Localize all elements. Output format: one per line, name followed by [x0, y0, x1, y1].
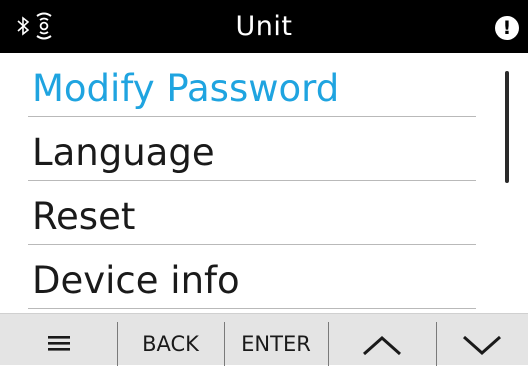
scrollbar-thumb[interactable] [505, 71, 509, 183]
status-bar: Unit ! [0, 0, 528, 53]
enter-button[interactable]: ENTER [224, 314, 328, 366]
menu-item-modify-password[interactable]: Modify Password [28, 53, 476, 117]
chevron-up-icon [363, 335, 401, 356]
menu-button[interactable] [0, 314, 117, 366]
back-button[interactable]: BACK [117, 314, 224, 366]
softkey-bar: BACK ENTER [0, 313, 528, 366]
alert-icon[interactable]: ! [495, 16, 519, 40]
up-button[interactable] [328, 314, 436, 366]
down-button[interactable] [436, 314, 528, 366]
menu-item-reset[interactable]: Reset [28, 181, 476, 245]
divider [28, 308, 476, 309]
chevron-down-icon [463, 335, 501, 356]
page-title: Unit [235, 11, 293, 42]
menu-item-language[interactable]: Language [28, 117, 476, 181]
menu-item-label: Modify Password [32, 67, 340, 110]
menu-list: Modify Password Language Reset Device in… [0, 53, 528, 313]
menu-item-label: Reset [32, 195, 136, 238]
menu-item-label: Device info [32, 259, 240, 302]
menu-item-label: Language [32, 131, 215, 174]
hamburger-menu-icon [47, 336, 70, 351]
menu-item-device-info[interactable]: Device info [28, 245, 476, 309]
